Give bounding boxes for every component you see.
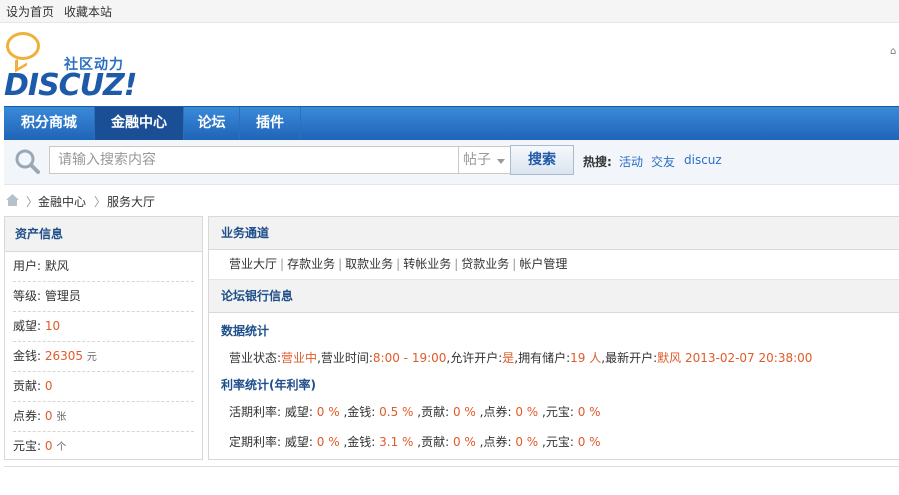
chevron-down-icon	[497, 159, 505, 164]
hot-search-link[interactable]: 活动	[619, 153, 643, 170]
bank-info-title: 论坛银行信息	[209, 280, 899, 313]
info-row-user: 用户: 默风	[13, 252, 194, 282]
search-button[interactable]: 搜索	[510, 145, 574, 175]
rate-title: 利率统计(年利率)	[221, 378, 316, 392]
user-icon[interactable]: ⌂	[890, 46, 898, 57]
hot-search-link[interactable]: 交友	[651, 153, 675, 170]
info-row-prestige: 威望: 10	[13, 312, 194, 342]
search-bar: 请输入搜索内容 帖子 搜索 热搜: 活动 交友 discuz	[4, 140, 899, 185]
nav-item-plugins[interactable]: 插件	[240, 107, 301, 140]
nav-item-points-mall[interactable]: 积分商城	[4, 107, 95, 140]
main-nav: 积分商城 金融中心 论坛 插件	[4, 106, 899, 140]
logo-wordmark: DISCUZ!	[4, 68, 137, 103]
link-service-hall[interactable]: 营业大厅	[229, 257, 277, 271]
stats-title: 数据统计	[221, 324, 270, 338]
top-bar: 设为首页 收藏本站	[0, 0, 899, 23]
nav-item-finance-center[interactable]: 金融中心	[95, 107, 184, 140]
set-homepage-link[interactable]: 设为首页	[6, 3, 54, 20]
link-transfer[interactable]: 转帐业务	[403, 257, 451, 271]
hot-search-label: 热搜:	[583, 155, 612, 169]
search-icon	[15, 149, 40, 174]
business-channel-title: 业务通道	[209, 217, 899, 250]
breadcrumb-link[interactable]: 金融中心	[38, 193, 86, 210]
business-links: 营业大厅 | 存款业务 | 取款业务 | 转帐业务 | 贷款业务 | 帐户管理	[209, 250, 899, 280]
info-row-coupon: 点券: 0 张	[13, 402, 194, 432]
link-withdraw[interactable]: 取款业务	[345, 257, 393, 271]
hot-search-link[interactable]: discuz	[684, 153, 722, 167]
fixed-rate-line: 定期利率: 威望: 0 % ,金钱: 3.1 % ,贡献: 0 % ,点券: 0…	[229, 435, 601, 449]
link-loan[interactable]: 贷款业务	[461, 257, 509, 271]
asset-info-panel: 资产信息 用户: 默风 等级: 管理员 威望: 10 金钱: 26305 元 贡…	[4, 216, 203, 460]
info-row-ingot: 元宝: 0 个	[13, 439, 67, 453]
current-rate-line: 活期利率: 威望: 0 % ,金钱: 0.5 % ,贡献: 0 % ,点券: 0…	[229, 405, 601, 419]
link-deposit[interactable]: 存款业务	[287, 257, 335, 271]
breadcrumb-current: 服务大厅	[107, 195, 156, 209]
asset-info-title: 资产信息	[5, 217, 202, 252]
info-row-money: 金钱: 26305 元	[13, 342, 194, 372]
divider	[4, 466, 899, 467]
search-type-value: 帖子	[463, 152, 491, 168]
search-input[interactable]: 请输入搜索内容	[49, 146, 459, 174]
nav-item-forum[interactable]: 论坛	[184, 107, 240, 140]
bookmark-site-link[interactable]: 收藏本站	[64, 3, 112, 20]
info-row-level: 等级: 管理员	[13, 282, 194, 312]
bank-status-line: 营业状态:营业中,营业时间:8:00 - 19:00,允许开户:是,拥有储户:1…	[229, 351, 813, 365]
link-account-manage[interactable]: 帐户管理	[519, 257, 567, 271]
home-icon[interactable]	[6, 194, 19, 206]
info-row-contribution: 贡献: 0	[13, 372, 194, 402]
bank-panel: 业务通道 营业大厅 | 存款业务 | 取款业务 | 转帐业务 | 贷款业务 | 帐户管理 论坛银行信…	[208, 216, 899, 460]
search-type-select[interactable]: 帖子	[459, 146, 511, 174]
site-logo[interactable]: 社区动力 DISCUZ!	[4, 32, 144, 103]
newest-user-link[interactable]: 默风	[657, 351, 681, 365]
